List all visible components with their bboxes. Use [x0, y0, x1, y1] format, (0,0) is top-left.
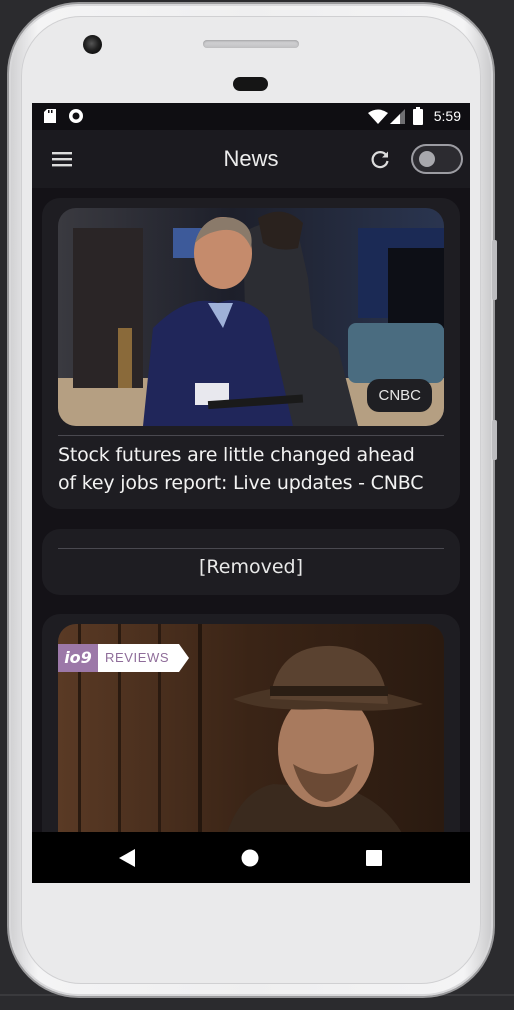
news-feed[interactable]: CNBC Stock futures are little changed ah… [32, 188, 470, 832]
refresh-icon[interactable] [369, 149, 391, 171]
divider [58, 435, 444, 436]
headline-line-1: Stock futures are little changed ahead [58, 444, 415, 466]
page-title: News [223, 146, 279, 171]
io9-review-tag: io9 REVIEWS [58, 644, 190, 672]
headline-line-2: of key jobs report: Live updates - CNBC [58, 472, 424, 494]
cellular-signal-icon [390, 109, 405, 124]
status-time: 5:59 [433, 108, 461, 124]
back-triangle-icon[interactable] [119, 849, 136, 867]
removed-label: [Removed] [199, 556, 303, 578]
divider [58, 548, 444, 549]
article-image[interactable]: CNBC [58, 208, 444, 426]
article-card[interactable]: io9 REVIEWS [42, 614, 460, 832]
status-bar: 5:59 [32, 103, 470, 130]
article-headline[interactable]: Stock futures are little changed ahead o… [58, 441, 448, 497]
system-nav-bar [32, 832, 470, 883]
removed-article-card[interactable]: [Removed] [42, 529, 460, 595]
toggle-knob [419, 151, 435, 167]
earpiece-speaker [203, 40, 299, 48]
battery-icon [413, 107, 423, 125]
io9-logo: io9 [58, 644, 98, 672]
power-button [492, 420, 497, 460]
record-icon [69, 109, 83, 123]
wifi-icon [368, 109, 388, 124]
article-card[interactable]: CNBC Stock futures are little changed ah… [42, 198, 460, 509]
sd-card-icon [44, 109, 56, 123]
review-label: REVIEWS [98, 644, 180, 672]
article-image[interactable]: io9 REVIEWS [58, 624, 444, 832]
device-screen: 5:59 News CNBC Stock futures are little … [32, 103, 470, 883]
recents-square-icon[interactable] [366, 850, 382, 866]
theme-toggle[interactable] [411, 144, 463, 174]
volume-button [492, 240, 497, 300]
front-camera [83, 35, 102, 54]
tag-arrow [179, 644, 190, 672]
app-bar: News [32, 130, 470, 188]
source-badge: CNBC [367, 379, 432, 412]
home-circle-icon[interactable] [241, 849, 259, 867]
proximity-sensor [233, 77, 268, 91]
